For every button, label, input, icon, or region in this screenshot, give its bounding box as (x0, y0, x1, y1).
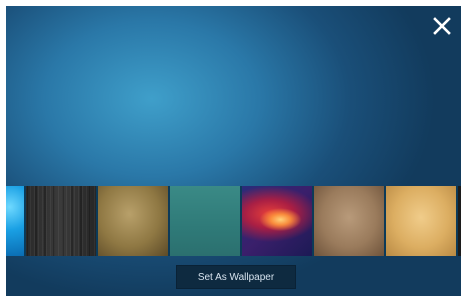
wallpaper-thumb-blue-water[interactable] (6, 186, 24, 256)
set-as-wallpaper-button[interactable]: Set As Wallpaper (176, 265, 296, 289)
wallpaper-thumb-parchment[interactable] (386, 186, 456, 256)
wallpaper-thumb-tan-fabric[interactable] (98, 186, 168, 256)
close-icon (433, 17, 451, 35)
wallpaper-preview-screen: Set As Wallpaper (6, 6, 461, 296)
wallpaper-thumb-aged-paper[interactable] (314, 186, 384, 256)
wallpaper-thumb-teal[interactable] (170, 186, 240, 256)
close-button[interactable] (430, 14, 454, 38)
wallpaper-thumbnail-strip[interactable] (6, 186, 461, 256)
wallpaper-thumb-partial[interactable] (458, 186, 461, 256)
wallpaper-thumb-red-nebula[interactable] (242, 186, 312, 256)
wallpaper-thumb-dark-wood[interactable] (26, 186, 96, 256)
